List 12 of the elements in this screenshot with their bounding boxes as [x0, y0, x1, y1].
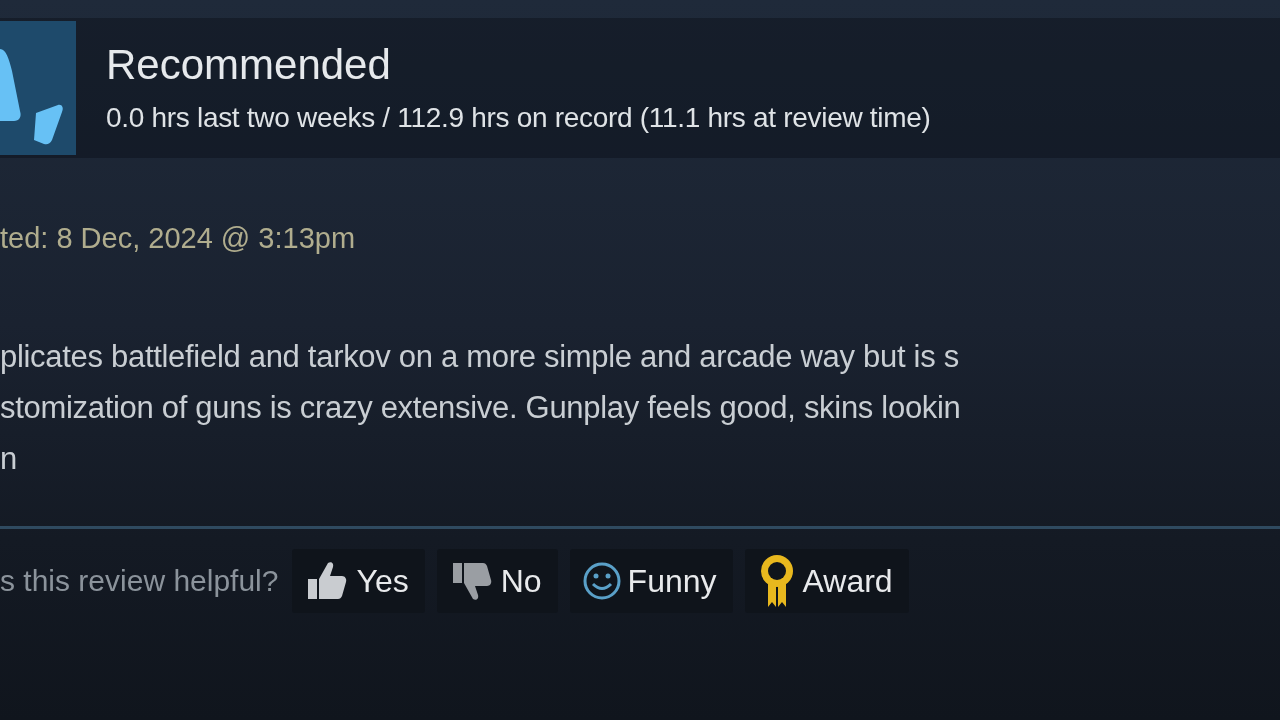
- yes-vote-button[interactable]: Yes: [292, 549, 425, 613]
- review-verdict: Recommended: [106, 41, 392, 89]
- playtime-text: 0.0 hrs last two weeks / 112.9 hrs on record (11.1 hrs at review time): [106, 102, 931, 135]
- funny-vote-button[interactable]: Funny: [569, 549, 733, 613]
- no-vote-button[interactable]: No: [436, 549, 558, 613]
- helpful-prompt: s this review helpful?: [0, 564, 279, 598]
- review-text-line: plicates battlefield and tarkov on a more simple and arcade way but is s: [0, 338, 960, 376]
- review-text-line: stomization of guns is crazy extensive. Gunplay feels good, skins lookin: [0, 389, 962, 427]
- smiley-icon: [581, 561, 622, 601]
- award-vote-button[interactable]: Award: [744, 549, 909, 613]
- review-text-line: n: [0, 440, 18, 478]
- posted-date: ted: 8 Dec, 2024 @ 3:13pm: [0, 222, 357, 255]
